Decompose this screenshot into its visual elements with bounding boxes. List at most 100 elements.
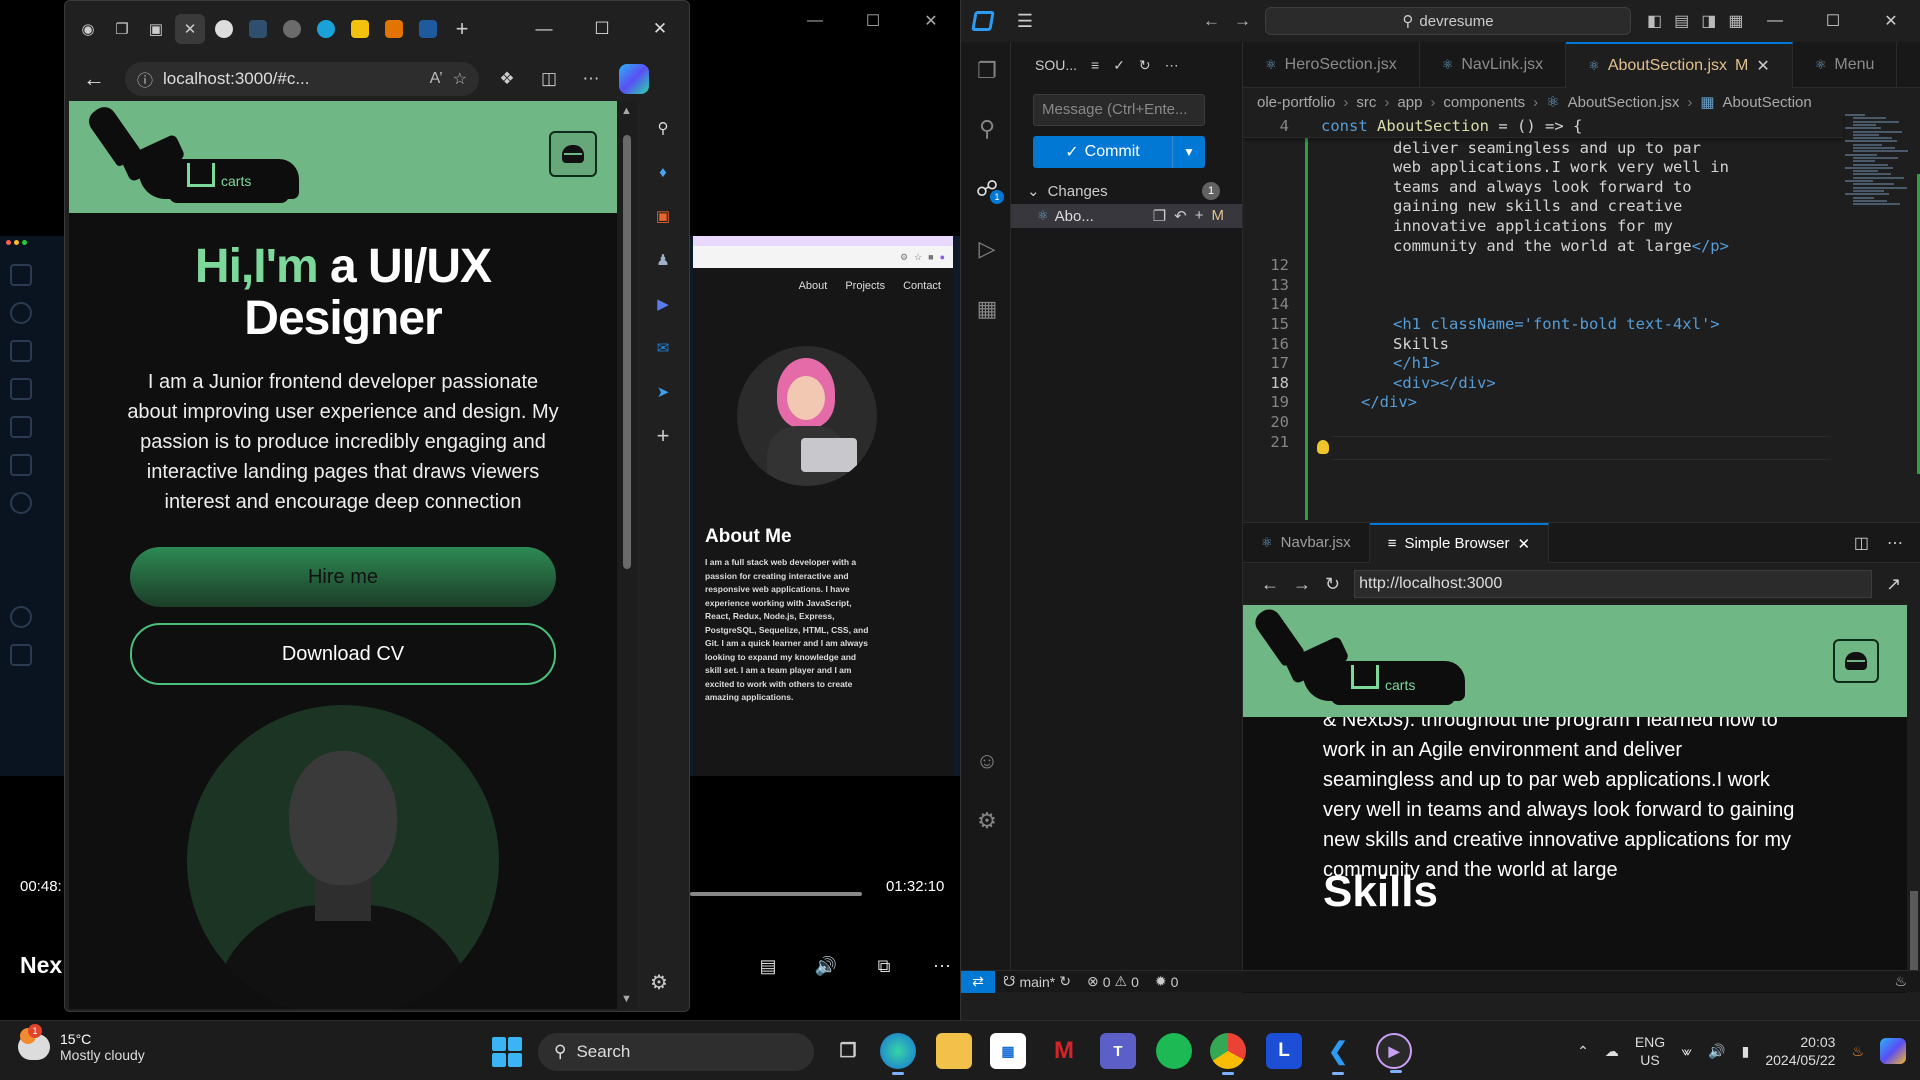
commit-message-input[interactable]: Message (Ctrl+Ente...: [1033, 94, 1205, 126]
file-explorer-icon[interactable]: [936, 1033, 972, 1069]
taskbar-search[interactable]: ⚲ Search: [538, 1033, 814, 1071]
commit-button[interactable]: ✓ Commit: [1033, 136, 1173, 168]
open-file-icon[interactable]: ❐: [1153, 207, 1166, 225]
code-editor[interactable]: 4 const AboutSection = () => { to work i…: [1243, 114, 1920, 520]
settings-gear-icon[interactable]: ⚙: [650, 970, 668, 995]
commit-dropdown-icon[interactable]: ▼: [1173, 136, 1205, 168]
maximize-button[interactable]: ☐: [844, 0, 902, 42]
copilot-icon[interactable]: [1880, 1038, 1906, 1064]
minimize-button[interactable]: —: [515, 9, 573, 49]
hamburger-menu-button[interactable]: [549, 131, 597, 177]
forward-arrow-icon[interactable]: →: [1293, 574, 1311, 595]
teams-icon[interactable]: T: [1100, 1033, 1136, 1069]
back-arrow-icon[interactable]: ←: [77, 66, 111, 92]
seek-bar[interactable]: [690, 892, 862, 896]
miniplayer-icon[interactable]: ⧉: [870, 952, 898, 980]
input-language[interactable]: ENG US: [1635, 1033, 1665, 1069]
problems-indicator[interactable]: ⊗ 0 ⚠ 0: [1079, 973, 1147, 990]
tab-actions-icon[interactable]: ❐: [107, 14, 137, 44]
onedrive-cloud-icon[interactable]: ☁: [1605, 1043, 1619, 1060]
tab-app[interactable]: [243, 14, 273, 44]
page-scrollbar[interactable]: ▲ ▼: [617, 101, 637, 1009]
tools-briefcase-icon[interactable]: ▣: [650, 203, 676, 229]
shopping-tag-icon[interactable]: ♦: [650, 159, 676, 185]
notifications-bell-icon[interactable]: ♨: [1886, 973, 1920, 990]
edge-app-icon[interactable]: [880, 1033, 916, 1075]
changes-group-header[interactable]: ⌄ Changes 1: [1011, 180, 1242, 202]
explorer-icon[interactable]: ❐: [974, 58, 1000, 84]
simple-browser-url-input[interactable]: [1354, 570, 1873, 598]
scroll-down-icon[interactable]: ▼: [621, 993, 632, 1005]
add-app-icon[interactable]: +: [650, 423, 676, 449]
breadcrumb-item[interactable]: src: [1356, 94, 1376, 111]
breadcrumb-item[interactable]: AboutSection.jsx: [1568, 94, 1680, 111]
source-control-icon[interactable]: ☍ 1: [974, 176, 1004, 204]
captions-icon[interactable]: ▤: [754, 952, 782, 980]
remote-indicator-icon[interactable]: ⇄: [961, 970, 995, 993]
site-logo[interactable]: carts: [1250, 605, 1465, 717]
scroll-thumb[interactable]: [623, 135, 631, 569]
tab-navbar[interactable]: ⚛ Navbar.jsx: [1243, 522, 1370, 563]
tab-drive[interactable]: [345, 14, 375, 44]
scroll-up-icon[interactable]: ▲: [621, 105, 632, 117]
toggle-sidebar-icon[interactable]: ◧: [1647, 11, 1662, 31]
start-button[interactable]: [492, 1037, 522, 1067]
tab-herosection[interactable]: ⚛ HeroSection.jsx: [1243, 42, 1420, 88]
extensions-icon[interactable]: ▦: [974, 296, 1000, 322]
close-tab-icon[interactable]: ✕: [1756, 56, 1769, 76]
search-icon[interactable]: ⚲: [650, 115, 676, 141]
read-aloud-icon[interactable]: A’: [430, 70, 443, 88]
tab-edge[interactable]: [311, 14, 341, 44]
hire-me-button[interactable]: Hire me: [130, 547, 556, 607]
send-icon[interactable]: ➤: [650, 379, 676, 405]
view-as-list-icon[interactable]: ≡: [1091, 57, 1099, 73]
minimize-button[interactable]: —: [786, 0, 844, 42]
split-screen-icon[interactable]: ◫: [535, 69, 563, 89]
notification-bell-icon[interactable]: ♨: [1851, 1043, 1864, 1060]
close-button[interactable]: ✕: [631, 9, 689, 49]
simple-browser-scrollbar[interactable]: [1907, 605, 1920, 993]
minimap[interactable]: [1841, 114, 1908, 214]
tab-github[interactable]: [209, 14, 239, 44]
hamburger-menu-button[interactable]: [1833, 639, 1879, 683]
tab-aboutsection[interactable]: ⚛ AboutSection.jsx M ✕: [1566, 42, 1793, 88]
tab-menu[interactable]: ⚛ Menu: [1793, 42, 1898, 88]
breadcrumb-item[interactable]: AboutSection: [1723, 94, 1812, 111]
download-cv-button[interactable]: Download CV: [130, 623, 556, 685]
new-tab-button[interactable]: +: [447, 14, 477, 44]
games-icon[interactable]: ♟: [650, 247, 676, 273]
mcafee-icon[interactable]: M: [1046, 1033, 1082, 1069]
sync-icon[interactable]: ↻: [1059, 973, 1071, 990]
copilot-app-icon[interactable]: ▶: [650, 291, 676, 317]
more-actions-icon[interactable]: ⋯: [1887, 533, 1903, 553]
scroll-thumb[interactable]: [1910, 891, 1918, 971]
wifi-icon[interactable]: ⩖: [1681, 1043, 1692, 1060]
active-tab-close[interactable]: ✕: [175, 14, 205, 44]
search-icon[interactable]: ⚲: [974, 116, 1000, 142]
workspaces-icon[interactable]: ◉: [73, 14, 103, 44]
discard-changes-icon[interactable]: ↶: [1174, 207, 1187, 225]
task-view-icon[interactable]: ❐: [830, 1033, 866, 1069]
weather-widget[interactable]: 1 15°C Mostly cloudy: [18, 1024, 145, 1063]
microsoft-store-icon[interactable]: ▦: [990, 1033, 1026, 1069]
breadcrumb-item[interactable]: app: [1397, 94, 1422, 111]
ports-indicator[interactable]: ✹ 0: [1147, 973, 1187, 990]
outlook-icon[interactable]: ✉: [650, 335, 676, 361]
tab-misc[interactable]: [379, 14, 409, 44]
favorite-star-icon[interactable]: ☆: [453, 69, 467, 89]
battery-icon[interactable]: ▮: [1742, 1043, 1750, 1060]
tab-search[interactable]: [413, 14, 443, 44]
clock[interactable]: 20:03 2024/05/22: [1765, 1033, 1835, 1069]
sticky-scroll-line[interactable]: 4 const AboutSection = () => {: [1243, 114, 1843, 138]
media-player-icon[interactable]: ▶: [1376, 1033, 1412, 1073]
branch-indicator[interactable]: ☋ main* ↻: [995, 973, 1079, 990]
open-external-icon[interactable]: ↗: [1886, 574, 1901, 595]
extensions-icon[interactable]: ❖: [493, 69, 521, 89]
run-debug-icon[interactable]: ▷: [974, 236, 1000, 262]
address-url[interactable]: localhost:3000/#c...: [163, 69, 420, 89]
back-arrow-icon[interactable]: ←: [1261, 574, 1279, 595]
address-bar[interactable]: ⓘ localhost:3000/#c... A’ ☆: [125, 62, 479, 96]
info-icon[interactable]: ⓘ: [137, 67, 153, 91]
changed-file-row[interactable]: ⚛ Abo... ❐ ↶ + M: [1011, 204, 1242, 228]
more-options-icon[interactable]: ⋯: [928, 952, 956, 980]
